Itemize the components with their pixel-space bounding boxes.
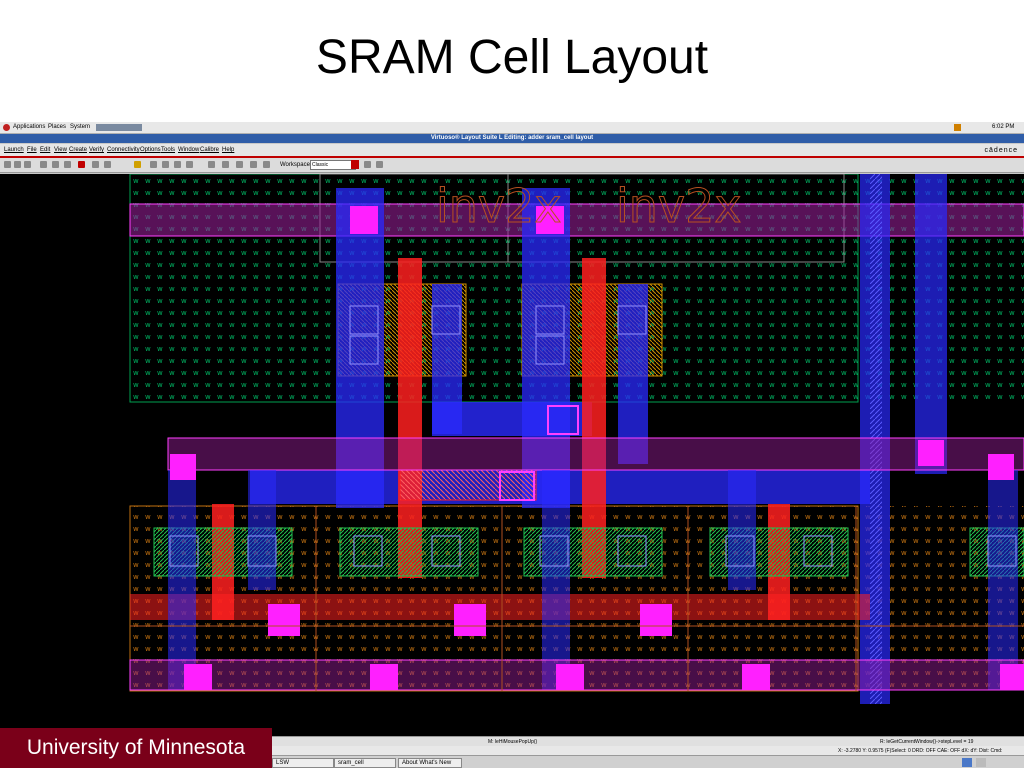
university-footer: University of Minnesota bbox=[0, 728, 272, 768]
zoom-fit-icon[interactable] bbox=[174, 161, 181, 168]
metal1-line bbox=[618, 284, 648, 464]
metal1-column bbox=[168, 470, 196, 690]
undo-icon[interactable] bbox=[92, 161, 99, 168]
ruler-icon[interactable] bbox=[208, 161, 215, 168]
save-icon[interactable] bbox=[24, 161, 31, 168]
layout-label: inv2x bbox=[436, 179, 562, 233]
workspace-select[interactable] bbox=[310, 160, 356, 170]
contact bbox=[268, 604, 300, 636]
grid-icon[interactable] bbox=[222, 161, 229, 168]
layout-drawing: w w bbox=[129, 174, 1024, 704]
eye-icon[interactable] bbox=[236, 161, 243, 168]
workspace-dropdown-icon[interactable] bbox=[351, 160, 359, 169]
metal1-bus bbox=[432, 402, 592, 436]
metal1-column bbox=[728, 470, 756, 590]
delete-icon[interactable] bbox=[78, 161, 85, 168]
contact bbox=[184, 664, 212, 690]
cadence-logo: cādence bbox=[984, 147, 1018, 154]
layout-label: inv2x bbox=[616, 179, 742, 233]
menu-tools[interactable]: Tools bbox=[161, 147, 175, 153]
contact bbox=[556, 664, 584, 690]
workspace-save-icon[interactable] bbox=[364, 161, 371, 168]
pointer-icon[interactable] bbox=[250, 161, 257, 168]
metal1-column bbox=[988, 470, 1018, 690]
redo-icon[interactable] bbox=[104, 161, 111, 168]
task-label: LSW bbox=[276, 760, 290, 766]
menu-verify[interactable]: Verify bbox=[89, 147, 104, 153]
taskbar-sram-cell[interactable]: sram_cell bbox=[334, 758, 396, 768]
menu-file[interactable]: File bbox=[27, 147, 37, 153]
contact bbox=[918, 440, 944, 466]
menu-create[interactable]: Create bbox=[69, 147, 87, 153]
virtuoso-screenshot: Applications Places System 6:02 PM Virtu… bbox=[0, 122, 1024, 768]
metal1-column bbox=[542, 470, 570, 690]
properties-icon[interactable] bbox=[134, 161, 141, 168]
layer-icon[interactable] bbox=[263, 161, 270, 168]
taskbar-whats-new[interactable]: About What's New bbox=[398, 758, 462, 768]
launcher-icons[interactable] bbox=[96, 124, 142, 131]
workspace-load-icon[interactable] bbox=[376, 161, 383, 168]
poly-strap bbox=[399, 469, 537, 501]
task-label: About What's New bbox=[402, 760, 452, 766]
redraw-icon[interactable] bbox=[186, 161, 193, 168]
layout-canvas[interactable]: w w bbox=[0, 174, 1024, 736]
status-coords: X: -3.2780 Y: 0.9575 (F)Select: 0 DRD: O… bbox=[838, 748, 1003, 754]
contact bbox=[454, 604, 486, 636]
gnome-panel: Applications Places System 6:02 PM bbox=[0, 122, 1024, 134]
zoom-in-icon[interactable] bbox=[150, 161, 157, 168]
menu-edit[interactable]: Edit bbox=[40, 147, 50, 153]
contact bbox=[370, 664, 398, 690]
menu-connectivity[interactable]: Connectivity bbox=[107, 147, 140, 153]
panel-system[interactable]: System bbox=[70, 124, 90, 130]
workspace-label: Workspace: bbox=[280, 162, 312, 168]
toolbar: Workspace: bbox=[0, 158, 1024, 173]
menu-calibre[interactable]: Calibre bbox=[200, 147, 219, 153]
panel-places[interactable]: Places bbox=[48, 124, 66, 130]
panel-clock[interactable]: 6:02 PM bbox=[992, 124, 1014, 130]
contact bbox=[640, 604, 672, 636]
contact bbox=[350, 206, 378, 234]
red-hat-icon bbox=[3, 124, 10, 131]
contact bbox=[742, 664, 770, 690]
stretch-icon[interactable] bbox=[52, 161, 59, 168]
menu-bar: Launch File Edit View Create Verify Conn… bbox=[0, 144, 1024, 158]
menu-launch[interactable]: Launch bbox=[4, 147, 24, 153]
menu-help[interactable]: Help bbox=[222, 147, 234, 153]
window-title: Virtuoso® Layout Suite L Editing: adder … bbox=[0, 134, 1024, 143]
menu-view[interactable]: View bbox=[54, 147, 67, 153]
status-right: R: leGetCurrentWindow()->stepLevel = 19 bbox=[880, 739, 974, 745]
nmos-active bbox=[339, 527, 479, 577]
metal1-column bbox=[248, 470, 276, 590]
notification-icon[interactable] bbox=[954, 124, 961, 131]
taskbar-lsw[interactable]: LSW bbox=[272, 758, 334, 768]
contact bbox=[170, 454, 196, 480]
contact bbox=[988, 454, 1014, 480]
status-left: M: leHiMousePopUp() bbox=[488, 739, 538, 745]
task-label: sram_cell bbox=[338, 760, 364, 766]
contact bbox=[1000, 664, 1024, 690]
copy-icon[interactable] bbox=[64, 161, 71, 168]
menu-window[interactable]: Window bbox=[178, 147, 199, 153]
slide-title: SRAM Cell Layout bbox=[315, 31, 709, 84]
new-icon[interactable] bbox=[4, 161, 11, 168]
move-icon[interactable] bbox=[40, 161, 47, 168]
bitline-metal bbox=[915, 174, 947, 474]
metal2-line bbox=[168, 438, 1024, 470]
open-icon[interactable] bbox=[14, 161, 21, 168]
panel-applications[interactable]: Applications bbox=[13, 124, 45, 130]
zoom-out-icon[interactable] bbox=[162, 161, 169, 168]
menu-options[interactable]: Options bbox=[140, 147, 161, 153]
workspace-switcher-icon[interactable] bbox=[976, 758, 986, 767]
workspace-switcher-icon[interactable] bbox=[962, 758, 972, 767]
wordline-poly bbox=[130, 594, 870, 620]
